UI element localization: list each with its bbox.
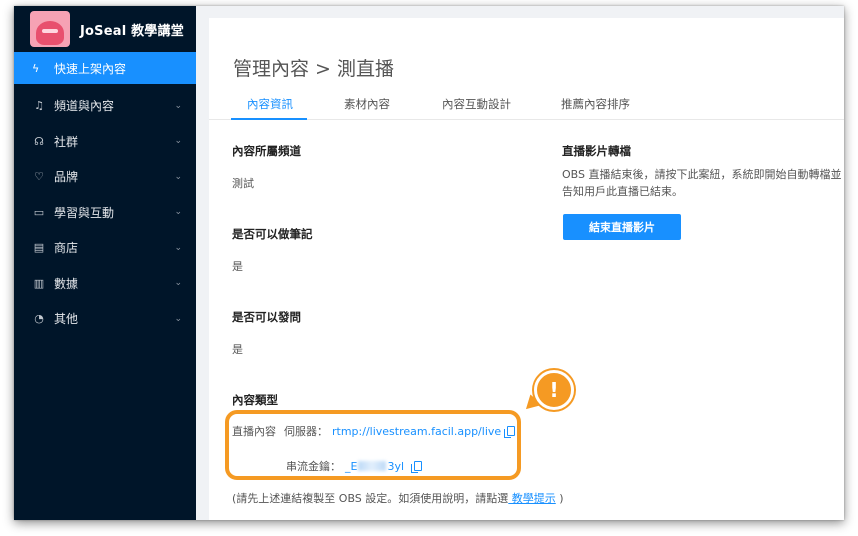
tab-recommend-order[interactable]: 推薦內容排序	[561, 96, 630, 112]
sidebar-menu: ♫ 頻道與內容 ⌄ ☊ 社群 ⌄ ♡ 品牌 ⌄ ▭ 學習與互動 ⌄ ▤ 商店 ⌄…	[14, 88, 196, 337]
copy-icon[interactable]	[504, 426, 516, 438]
server-url[interactable]: rtmp://livestream.facil.app/live	[332, 425, 501, 438]
pie-chart-icon: ◔	[34, 312, 44, 326]
content-tabs: 內容資訊 素材內容 內容互動設計 推薦內容排序	[209, 88, 844, 120]
warning-badge: !	[534, 370, 574, 410]
page-title: 管理內容 > 測直播	[233, 58, 394, 80]
chevron-down-icon: ⌄	[174, 278, 182, 289]
tab-materials[interactable]: 素材內容	[344, 96, 390, 112]
transcode-title: 直播影片轉檔	[562, 144, 631, 158]
heart-icon: ♡	[34, 170, 44, 184]
stream-key-suffix[interactable]: 3yl	[387, 460, 404, 473]
tutorial-link[interactable]: 教學提示	[508, 492, 556, 505]
tab-interaction-design[interactable]: 內容互動設計	[442, 96, 511, 112]
book-icon: ▭	[33, 205, 45, 219]
bell-icon: ♫	[34, 99, 44, 113]
questions-label: 是否可以發問	[232, 310, 301, 324]
chevron-down-icon: ⌄	[174, 242, 182, 253]
notes-label: 是否可以做筆記	[232, 227, 313, 241]
tab-content-info[interactable]: 內容資訊	[247, 96, 293, 112]
chevron-down-icon: ⌄	[174, 171, 182, 182]
stream-key-prefix[interactable]: _E	[345, 460, 357, 473]
quick-publish-button[interactable]: ϟ 快速上架內容	[14, 52, 196, 84]
active-tab-indicator	[231, 118, 307, 120]
end-stream-button[interactable]: 結束直播影片	[563, 214, 681, 240]
sidebar-item-community[interactable]: ☊ 社群 ⌄	[14, 124, 196, 160]
chevron-down-icon: ⌄	[174, 136, 182, 147]
main-panel: 管理內容 > 測直播 內容資訊 素材內容 內容互動設計 推薦內容排序 內容所屬頻…	[209, 18, 844, 520]
app-window: JoSeal 教學講堂 ϟ 快速上架內容 ♫ 頻道與內容 ⌄ ☊ 社群 ⌄ ♡ …	[14, 6, 844, 520]
stream-server-row: 直播內容 伺服器： rtmp://livestream.facil.app/li…	[232, 423, 516, 439]
store-icon: ▤	[33, 241, 45, 255]
content-type-value: 直播內容	[232, 425, 276, 438]
exclamation-icon: !	[549, 378, 559, 402]
sidebar-item-learning[interactable]: ▭ 學習與互動 ⌄	[14, 195, 196, 231]
questions-value: 是	[232, 343, 243, 356]
sidebar-item-channels[interactable]: ♫ 頻道與內容 ⌄	[14, 88, 196, 124]
brand-name: JoSeal 教學講堂	[80, 23, 184, 39]
copy-icon[interactable]	[411, 461, 423, 473]
sidebar-item-data[interactable]: ▥ 數據 ⌄	[14, 266, 196, 302]
stream-key-row: 串流金鑰： _E 3yl	[286, 458, 423, 474]
channel-value: 測試	[232, 177, 254, 190]
sidebar-item-other[interactable]: ◔ 其他 ⌄	[14, 301, 196, 337]
notes-value: 是	[232, 260, 243, 273]
obs-instruction-note: (請先上述連結複製至 OBS 設定。如須使用說明，請點選 教學提示 )	[232, 492, 564, 505]
sidebar-item-brand[interactable]: ♡ 品牌 ⌄	[14, 159, 196, 195]
lightning-icon: ϟ	[32, 61, 40, 75]
chevron-down-icon: ⌄	[174, 207, 182, 218]
bar-chart-icon: ▥	[33, 276, 45, 290]
stream-key-redacted	[358, 461, 387, 471]
channel-label: 內容所屬頻道	[232, 144, 301, 158]
sidebar: JoSeal 教學講堂 ϟ 快速上架內容 ♫ 頻道與內容 ⌄ ☊ 社群 ⌄ ♡ …	[14, 6, 196, 520]
server-label: 伺服器：	[284, 425, 328, 438]
brand[interactable]: JoSeal 教學講堂	[14, 6, 196, 52]
content-type-label: 內容類型	[232, 393, 278, 407]
sidebar-item-store[interactable]: ▤ 商店 ⌄	[14, 230, 196, 266]
seal-logo	[30, 11, 70, 47]
stream-key-label: 串流金鑰：	[286, 460, 341, 473]
quick-publish-label: 快速上架內容	[54, 61, 127, 76]
transcode-description: OBS 直播結束後，請按下此案紐，系統即開始自動轉檔並告知用戶此直播已結束。	[562, 168, 842, 198]
chevron-down-icon: ⌄	[174, 313, 182, 324]
chevron-down-icon: ⌄	[174, 100, 182, 111]
users-icon: ☊	[34, 134, 44, 148]
